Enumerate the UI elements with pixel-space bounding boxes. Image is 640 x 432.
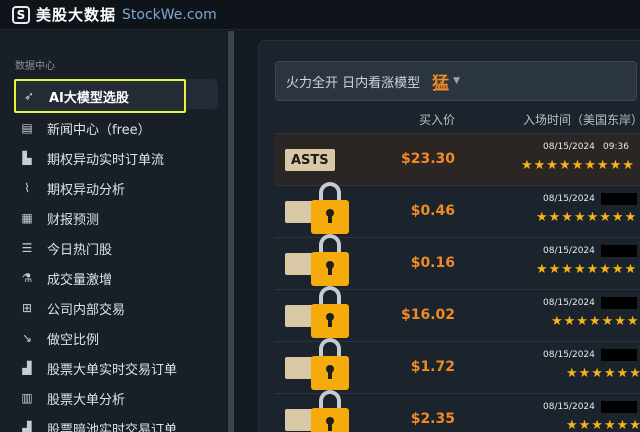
table-header: 买入价 入场时间（美国东岸） <box>275 105 640 133</box>
flask-icon: ⚗ <box>21 271 33 285</box>
sidebar-section-title: 数据中心 <box>15 61 55 72</box>
entry-date: 08/15/2024 <box>543 246 595 256</box>
lock-icon[interactable] <box>311 234 351 290</box>
sidebar-item[interactable]: ▙ 期权异动实时订单流 <box>14 143 218 173</box>
sidebar-item-label: 成交量激增 <box>47 272 113 288</box>
redacted-time <box>601 193 637 205</box>
rating-stars: ★★★★★★★★ <box>536 262 638 277</box>
buy-price: $1.72 <box>410 359 455 375</box>
entry-date: 08/15/2024 <box>543 194 595 204</box>
redacted-time <box>601 245 637 257</box>
sidebar-item-label: 股票暗池实时交易订单 <box>47 422 178 432</box>
lock-icon[interactable] <box>311 182 351 238</box>
rating-stars: ★★★★★★★★★ <box>521 158 635 173</box>
sidebar-item-label: 期权异动实时订单流 <box>47 152 165 168</box>
sidebar-item[interactable]: ▟ 股票暗池实时交易订单 <box>14 413 218 432</box>
lock-icon[interactable] <box>311 338 351 394</box>
ticker-badge[interactable]: ASTS <box>285 149 335 171</box>
brand-name[interactable]: 美股大数据 <box>36 4 116 25</box>
factory-icon: ▟ <box>22 361 32 375</box>
main-panel: 火力全开 日内看涨模型 猛 ▼ 买入价 入场时间（美国东岸） ASTS $23.3… <box>258 40 640 432</box>
entry-date: 08/15/2024 <box>543 402 595 412</box>
redacted-time <box>601 349 637 361</box>
sidebar-item[interactable]: ⊞ 公司内部交易 <box>14 293 218 323</box>
buy-price: $16.02 <box>400 307 455 323</box>
bar-chart-icon: ▙ <box>22 151 32 165</box>
sidebar-item[interactable]: ▥ 股票大单分析 <box>14 383 218 413</box>
sidebar-item[interactable]: ▤ 新闻中心（free） <box>14 113 218 143</box>
analysis-icon: ▥ <box>21 391 33 405</box>
sidebar-item[interactable]: ☰ 今日热门股 <box>14 233 218 263</box>
sidebar-item[interactable]: ⚗ 成交量激增 <box>14 263 218 293</box>
sidebar-item-label: 做空比例 <box>47 332 100 348</box>
model-select-value: 猛 <box>432 73 450 94</box>
sidebar-item[interactable]: ▟ 股票大单实时交易订单 <box>14 353 218 383</box>
column-header-time: 入场时间（美国东岸） <box>523 112 640 127</box>
lock-icon[interactable] <box>311 286 351 342</box>
buy-price: $2.35 <box>410 411 455 427</box>
model-select-label: 火力全开 日内看涨模型 <box>286 75 421 91</box>
sidebar: 数据中心 ➶ AI大模型选股 ▤ 新闻中心（free） ▙ 期权异动实时订单流 ⌇ 期权异动分… <box>0 31 226 432</box>
stock-table: ASTS $23.30 08/15/2024 09:36 ★★★★★★★★★ $0.46 0… <box>275 133 640 432</box>
chevron-down-icon: ▼ <box>453 76 461 86</box>
rating-stars: ★★★★★★★★ <box>536 210 638 225</box>
sidebar-item-label: 今日热门股 <box>47 242 113 258</box>
buy-price: $0.46 <box>410 203 455 219</box>
lock-icon[interactable] <box>311 390 351 432</box>
sidebar-item-label: 新闻中心（free） <box>47 122 151 138</box>
table-row[interactable]: $16.02 08/15/2024 ★★★★★★★ <box>275 286 640 342</box>
list-icon: ☰ <box>21 241 33 255</box>
logo-icon[interactable]: S <box>12 5 30 24</box>
calendar-icon: ▦ <box>21 211 33 225</box>
sidebar-scrollbar[interactable] <box>228 31 234 432</box>
sidebar-item-label: 财报预测 <box>47 212 100 228</box>
table-row[interactable]: $0.16 08/15/2024 ★★★★★★★★ <box>275 234 640 290</box>
table-row[interactable]: $2.35 08/15/2024 ★★★★★★ <box>275 390 640 432</box>
column-header-price: 买入价 <box>419 112 456 127</box>
redacted-time <box>601 297 637 309</box>
brand-domain[interactable]: StockWe.com <box>122 7 217 23</box>
sidebar-item-label: 股票大单分析 <box>47 392 126 408</box>
sidebar-item-label: 期权异动分析 <box>47 182 126 198</box>
sidebar-item[interactable]: ⌇ 期权异动分析 <box>14 173 218 203</box>
sidebar-menu: ➶ AI大模型选股 ▤ 新闻中心（free） ▙ 期权异动实时订单流 ⌇ 期权异动分析 ▦ 财报预… <box>14 79 218 432</box>
rocket-icon: ➶ <box>23 89 35 103</box>
entry-time: 09:36 <box>603 142 629 152</box>
trend-down-icon: ↘ <box>21 331 33 345</box>
rating-stars: ★★★★★★★ <box>551 314 640 329</box>
rating-stars: ★★★★★★ <box>566 366 640 381</box>
entry-date: 08/15/2024 <box>543 142 595 152</box>
buy-price: $23.30 <box>400 151 455 167</box>
table-row[interactable]: $0.46 08/15/2024 ★★★★★★★★ <box>275 182 640 238</box>
sidebar-item[interactable]: ➶ AI大模型选股 <box>14 79 186 113</box>
model-select[interactable]: 火力全开 日内看涨模型 猛 ▼ <box>275 61 637 101</box>
entry-date: 08/15/2024 <box>543 298 595 308</box>
line-chart-icon: ⌇ <box>24 181 30 195</box>
redacted-time <box>601 401 637 413</box>
sidebar-item-label: AI大模型选股 <box>49 90 129 106</box>
rating-stars: ★★★★★★ <box>566 418 640 432</box>
table-row[interactable]: $1.72 08/15/2024 ★★★★★★ <box>275 338 640 394</box>
sidebar-item[interactable]: ↘ 做空比例 <box>14 323 218 353</box>
news-icon: ▤ <box>21 121 33 135</box>
org-icon: ⊞ <box>21 301 33 315</box>
top-bar: S 美股大数据 StockWe.com <box>0 0 640 30</box>
sidebar-item[interactable]: ▦ 财报预测 <box>14 203 218 233</box>
sidebar-item-label: 股票大单实时交易订单 <box>47 362 178 378</box>
sidebar-item-label: 公司内部交易 <box>47 302 126 318</box>
entry-date: 08/15/2024 <box>543 350 595 360</box>
buy-price: $0.16 <box>410 255 455 271</box>
table-row[interactable]: ASTS $23.30 08/15/2024 09:36 ★★★★★★★★★ <box>275 133 640 185</box>
factory-icon: ▟ <box>22 421 32 432</box>
